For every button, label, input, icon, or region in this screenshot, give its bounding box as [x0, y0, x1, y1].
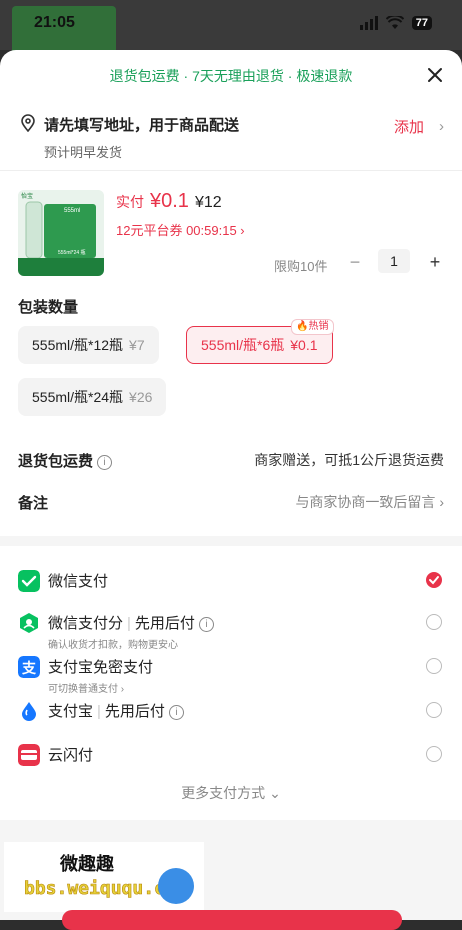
status-icons: 77 — [359, 16, 432, 30]
water-bottle-pack-image: 怡宝 555ml 555ml*24 瓶 — [18, 190, 104, 276]
checkout-sheet: 退货包运费 · 7天无理由退货 · 极速退款 请先填写地址，用于商品配送 预计明… — [0, 50, 462, 920]
remark-value: 与商家协商一致后留言 › — [295, 494, 444, 510]
pay-method-alipay-nopwd[interactable]: 支 支付宝免密支付 可切换普通支付 › — [0, 648, 462, 695]
return-fee-value: 商家赠送，可抵1公斤退货运费 — [254, 452, 444, 468]
pack-option-12[interactable]: 555ml/瓶*12瓶 ¥7 — [18, 326, 159, 364]
return-fee-label: 退货包运费 i — [18, 450, 113, 471]
add-address-button[interactable]: 添加 — [394, 116, 424, 137]
svg-text:支: 支 — [21, 660, 37, 677]
service-banner-text: 退货包运费 · 7天无理由退货 · 极速退款 — [109, 68, 353, 84]
pay-method-quickpass[interactable]: 云闪付 — [0, 736, 462, 778]
radio-unchecked-icon[interactable] — [426, 658, 442, 674]
pack-option-24[interactable]: 555ml/瓶*24瓶 ¥26 — [18, 378, 167, 416]
pay-method-name: 支付宝免密支付 — [48, 659, 154, 676]
pack-option-label: 555ml/瓶*24瓶 — [32, 389, 124, 405]
quantity-input[interactable]: 1 — [378, 249, 410, 273]
pack-option-price: ¥26 — [129, 389, 153, 405]
unionpay-quickpass-icon — [18, 744, 40, 766]
product-thumbnail: 怡宝 555ml 555ml*24 瓶 — [18, 190, 104, 276]
purchase-limit: 限购10件 — [274, 259, 328, 274]
pack-option-price: ¥0.1 — [290, 337, 318, 353]
remark-row[interactable]: 备注 与商家协商一致后留言 › — [18, 486, 444, 516]
battery-indicator: 77 — [411, 16, 432, 30]
alipay-icon: 支 — [18, 656, 40, 678]
divider — [0, 170, 462, 171]
product-summary: 怡宝 555ml 555ml*24 瓶 实付 ¥0.1 ¥12 12元平台券 0… — [0, 182, 462, 292]
radio-unchecked-icon[interactable] — [426, 614, 442, 630]
pay-method-wechat[interactable]: 微信支付 — [0, 562, 462, 604]
pay-method-tag: 先用后付 — [104, 703, 165, 720]
pack-option-label: 555ml/瓶*6瓶 — [201, 337, 285, 353]
address-placeholder: 请先填写地址，用于商品配送 — [44, 117, 240, 134]
packaging-title: 包装数量 — [18, 299, 79, 316]
pay-method-name: 微信支付 — [48, 573, 109, 590]
decrease-quantity-button[interactable]: − — [348, 252, 362, 273]
pack-option-price: ¥7 — [129, 337, 145, 353]
more-payment-methods[interactable]: 更多支付方式 ⌄ — [0, 783, 462, 803]
address-row[interactable]: 请先填写地址，用于商品配送 预计明早发货 添加 › — [0, 104, 462, 164]
return-fee-row: 退货包运费 i 商家赠送，可抵1公斤退货运费 — [18, 444, 444, 474]
paid-price: ¥0.1 — [150, 190, 189, 212]
pack-option-6[interactable]: 555ml/瓶*6瓶 ¥0.1 🔥热销 — [186, 319, 334, 364]
footer-area: 微趣趣 bbs.weiququ.cn — [0, 820, 462, 920]
status-bar: 21:05 77 — [0, 0, 462, 54]
paid-label: 实付 — [116, 194, 144, 210]
location-pin-icon — [21, 114, 35, 132]
close-icon[interactable] — [424, 64, 446, 86]
platform-coupon[interactable]: 12元平台券 00:59:15 › — [116, 220, 245, 239]
radio-checked-icon[interactable] — [426, 572, 442, 588]
pay-method-alipay-later[interactable]: 支付宝 | 先用后付 i — [0, 692, 462, 734]
price-row: 实付 ¥0.1 ¥12 — [116, 190, 222, 213]
pay-method-tag: 先用后付 — [134, 615, 195, 632]
watermark: 微趣趣 bbs.weiququ.cn — [4, 842, 204, 912]
increase-quantity-button[interactable]: + — [428, 252, 442, 273]
section-gap — [0, 536, 462, 546]
watermark-title: 微趣趣 — [60, 854, 114, 874]
status-time: 21:05 — [34, 14, 75, 31]
wechat-pay-icon — [18, 570, 40, 592]
watermark-url: bbs.weiququ.cn — [24, 878, 176, 900]
wechat-score-icon — [20, 613, 38, 633]
watermark-mascot-icon — [158, 868, 194, 904]
info-icon[interactable]: i — [198, 617, 214, 632]
pack-option-label: 555ml/瓶*12瓶 — [32, 337, 124, 353]
thumb-brand: 怡宝 — [21, 192, 33, 200]
pay-method-name: 云闪付 — [48, 747, 94, 764]
submit-order-button[interactable] — [62, 910, 402, 930]
remark-label: 备注 — [18, 495, 49, 512]
original-price: ¥12 — [194, 194, 222, 211]
chevron-right-icon: › — [439, 118, 444, 135]
radio-unchecked-icon[interactable] — [426, 746, 442, 762]
pay-method-name: 支付宝 | 先用后付 i — [48, 700, 184, 721]
alipay-drop-icon — [22, 702, 36, 721]
thumb-pack: 555ml*24 瓶 — [58, 249, 86, 256]
radio-unchecked-icon[interactable] — [426, 702, 442, 718]
info-icon[interactable]: i — [168, 705, 184, 720]
info-icon[interactable]: i — [97, 455, 113, 470]
delivery-estimate: 预计明早发货 — [44, 145, 123, 160]
pay-method-name: 微信支付分 | 先用后付 i — [48, 612, 214, 633]
hot-sale-badge: 🔥热销 — [291, 319, 334, 335]
pay-method-wechat-score[interactable]: 微信支付分 | 先用后付 i 确认收货才扣款，购物更安心 — [0, 604, 462, 651]
service-banner: 退货包运费 · 7天无理由退货 · 极速退款 — [0, 50, 462, 100]
flame-icon: 🔥 — [296, 321, 309, 332]
cellular-signal-icon — [359, 16, 378, 30]
thumb-size: 555ml — [64, 208, 80, 214]
wifi-icon — [385, 16, 404, 29]
